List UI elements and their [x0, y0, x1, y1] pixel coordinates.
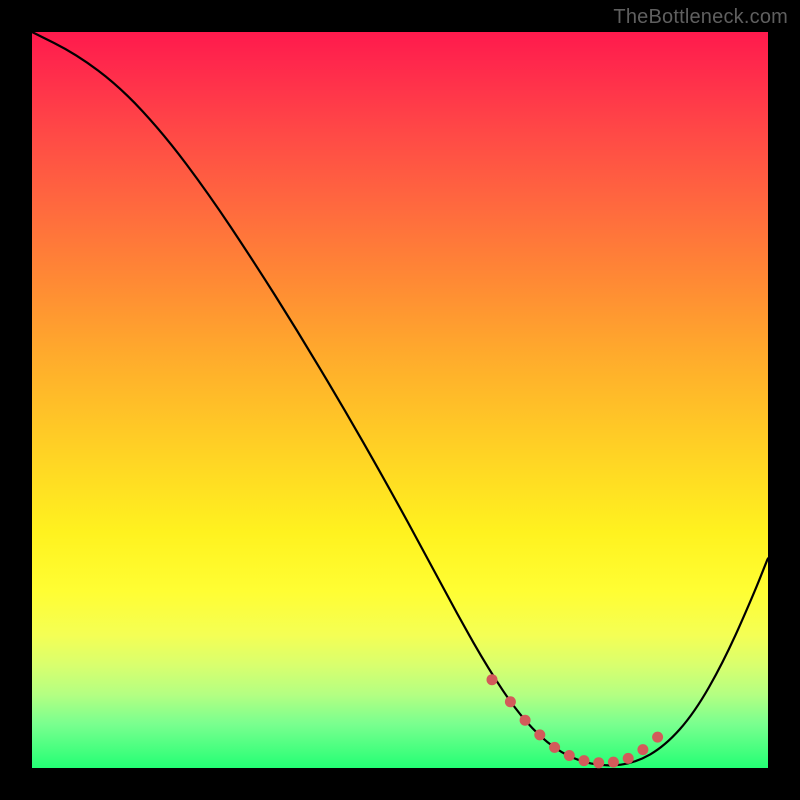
marker-dot [520, 715, 531, 726]
watermark-text: TheBottleneck.com [613, 6, 788, 29]
chart-container: TheBottleneck.com [0, 0, 800, 800]
marker-dot [564, 750, 575, 761]
marker-dot [579, 755, 590, 766]
marker-dot [637, 744, 648, 755]
marker-dot [623, 753, 634, 764]
marker-dot [534, 729, 545, 740]
marker-dot [505, 696, 516, 707]
marker-dot [593, 757, 604, 768]
curve-line [32, 32, 768, 765]
marker-dot [608, 757, 619, 768]
marker-dot [549, 742, 560, 753]
chart-svg [32, 32, 768, 768]
marker-dot [652, 732, 663, 743]
marker-dot [487, 674, 498, 685]
plot-area [32, 32, 768, 768]
marker-group [487, 674, 664, 768]
